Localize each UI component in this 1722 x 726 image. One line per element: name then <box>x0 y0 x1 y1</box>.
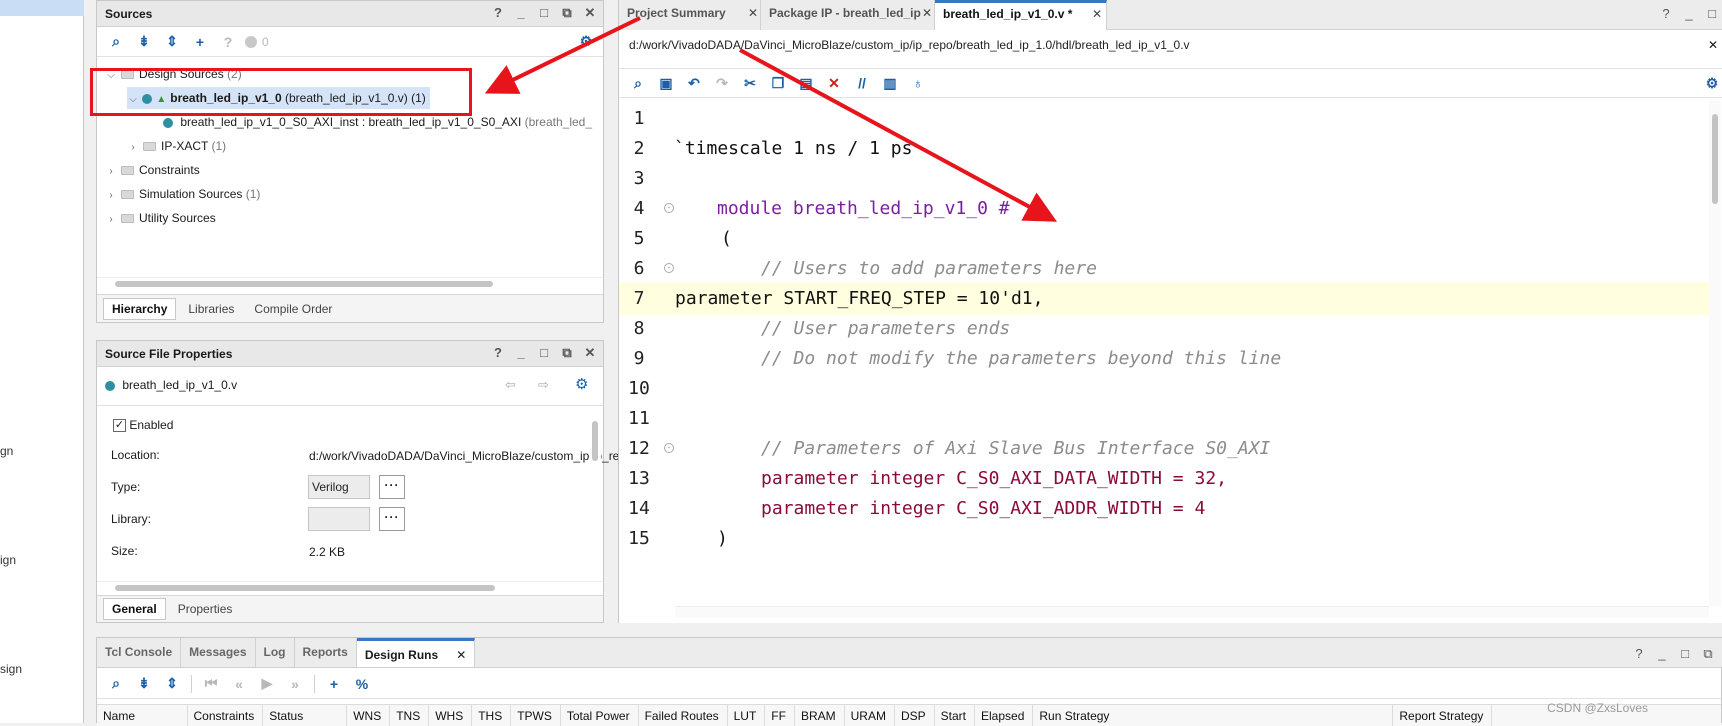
annotation-arrows <box>484 16 1058 222</box>
annotation-arrow <box>739 48 1058 222</box>
annotation-arrow <box>484 16 641 94</box>
